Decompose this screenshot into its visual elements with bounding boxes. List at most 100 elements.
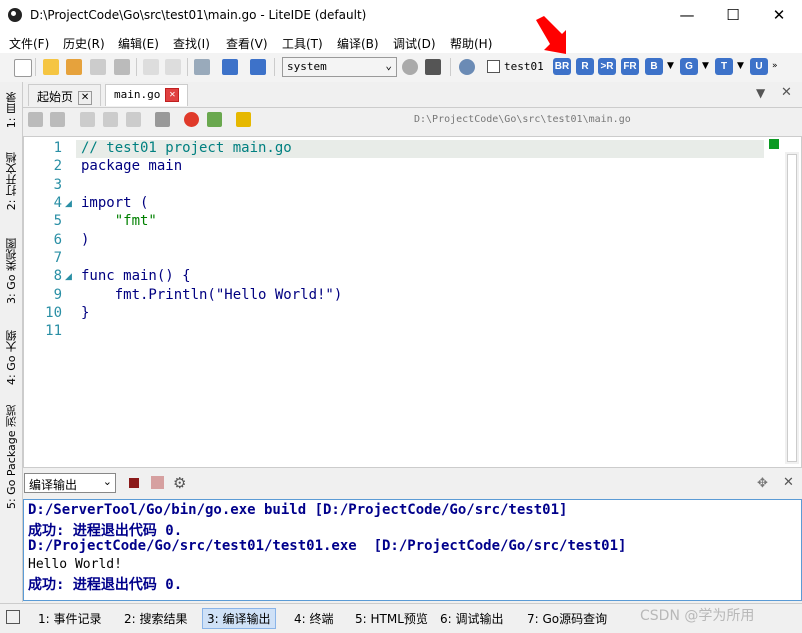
clear-output-icon[interactable] bbox=[151, 476, 164, 489]
side-tab-open-docs[interactable]: 2: 打开文档 bbox=[4, 152, 20, 210]
breakpoint-icon[interactable] bbox=[184, 112, 199, 127]
line-number: 6 bbox=[53, 232, 62, 248]
terminal-icon[interactable] bbox=[425, 59, 441, 75]
menu-find[interactable]: 查找(I) bbox=[173, 35, 210, 52]
save-icon[interactable] bbox=[90, 59, 106, 75]
tab-main-go[interactable]: main.go ✕ bbox=[105, 84, 189, 106]
line-number: 1 bbox=[53, 140, 62, 156]
bottom-tab-html-preview[interactable]: 5: HTML预览 bbox=[355, 610, 428, 627]
refresh-env-icon[interactable] bbox=[402, 59, 418, 75]
build-button[interactable]: B bbox=[645, 58, 663, 75]
scrollbar-thumb[interactable] bbox=[787, 154, 797, 462]
output-line: 成功: 进程退出代码 0. bbox=[28, 577, 183, 593]
close-button[interactable]: ✕ bbox=[756, 0, 802, 31]
home-icon[interactable] bbox=[222, 59, 238, 75]
close-icon[interactable]: ✕ bbox=[783, 475, 794, 490]
tab-list-chevron-icon[interactable]: ▼ bbox=[756, 86, 765, 100]
more-toolbar-icon[interactable]: » bbox=[772, 61, 778, 71]
bottom-tab-terminal[interactable]: 4: 终端 bbox=[294, 610, 334, 627]
stop-icon[interactable] bbox=[129, 478, 139, 488]
close-icon[interactable]: ✕ bbox=[781, 85, 792, 100]
output-selector-value: 编译输出 bbox=[29, 478, 78, 492]
open-folder-icon[interactable] bbox=[66, 59, 82, 75]
lock-icon[interactable] bbox=[155, 112, 170, 127]
close-icon[interactable]: ✕ bbox=[165, 88, 180, 102]
fold-marker-icon[interactable]: ◢ bbox=[65, 199, 72, 209]
bottom-tab-search-results[interactable]: 2: 搜索结果 bbox=[124, 610, 188, 627]
back-icon[interactable] bbox=[143, 59, 159, 75]
build-dropdown-icon[interactable]: ▼ bbox=[667, 61, 674, 71]
forward-icon[interactable] bbox=[165, 59, 181, 75]
fold-marker-icon[interactable]: ◢ bbox=[65, 272, 72, 282]
build-env-select[interactable]: system ⌄ bbox=[282, 57, 397, 77]
line-number: 10 bbox=[45, 305, 62, 321]
bottom-tab-build-output[interactable]: 3: 编译输出 bbox=[202, 608, 276, 629]
toolbar-separator bbox=[187, 58, 188, 76]
paste-icon[interactable] bbox=[126, 112, 141, 127]
build-run-button[interactable]: BR bbox=[553, 58, 571, 75]
code-line: func main() { bbox=[81, 268, 191, 284]
file-run-button[interactable]: FR bbox=[621, 58, 639, 75]
get-button[interactable]: G bbox=[680, 58, 698, 75]
minimize-button[interactable]: — bbox=[664, 0, 710, 31]
new-file-icon[interactable] bbox=[14, 59, 32, 77]
copy-icon[interactable] bbox=[103, 112, 118, 127]
line-number: 9 bbox=[53, 287, 62, 303]
code-line: package main bbox=[81, 158, 183, 174]
side-tab-outline[interactable]: 4: Go 大纲 bbox=[4, 330, 20, 385]
tab-label: main.go bbox=[114, 88, 161, 101]
bottom-tab-debug-output[interactable]: 6: 调试输出 bbox=[440, 610, 504, 627]
maximize-button[interactable]: ☐ bbox=[710, 0, 756, 31]
test-dropdown-icon[interactable]: ▼ bbox=[737, 61, 744, 71]
test-button[interactable]: T bbox=[715, 58, 733, 75]
tab-start-page[interactable]: 起始页 ✕ bbox=[28, 84, 102, 106]
menu-view[interactable]: 查看(V) bbox=[226, 35, 268, 52]
menu-build[interactable]: 编译(B) bbox=[337, 35, 379, 52]
toggle-panels-icon[interactable] bbox=[6, 610, 20, 624]
toolbar-separator bbox=[450, 58, 451, 76]
get-dropdown-icon[interactable]: ▼ bbox=[702, 61, 709, 71]
gear-icon[interactable]: ⚙ bbox=[173, 474, 186, 492]
menu-help[interactable]: 帮助(H) bbox=[450, 35, 492, 52]
menu-history[interactable]: 历史(R) bbox=[63, 35, 105, 52]
menu-debug[interactable]: 调试(D) bbox=[393, 35, 436, 52]
go-icon[interactable] bbox=[250, 59, 266, 75]
tools-icon[interactable] bbox=[194, 59, 210, 75]
code-line: } bbox=[81, 305, 90, 321]
bottom-tab-go-source-query[interactable]: 7: Go源码查询 bbox=[527, 610, 607, 627]
menu-file[interactable]: 文件(F) bbox=[9, 35, 49, 52]
side-tab-class-view[interactable]: 3: Go 类视图 bbox=[4, 238, 20, 304]
gear-icon[interactable] bbox=[459, 59, 475, 75]
line-number: 2 bbox=[53, 158, 62, 174]
run-arrow-icon[interactable] bbox=[236, 112, 251, 127]
code-line: "fmt" bbox=[81, 213, 157, 229]
code-line: ) bbox=[81, 232, 90, 248]
menu-tools[interactable]: 工具(T) bbox=[282, 35, 323, 52]
float-panel-icon[interactable]: ✥ bbox=[757, 476, 768, 491]
target-checkbox[interactable] bbox=[487, 60, 500, 73]
update-button[interactable]: U bbox=[750, 58, 768, 75]
save-all-icon[interactable] bbox=[114, 59, 130, 75]
menu-edit[interactable]: 编辑(E) bbox=[118, 35, 159, 52]
run-button[interactable]: R bbox=[576, 58, 594, 75]
side-tab-package-browser[interactable]: 5: Go Package 浏览 bbox=[4, 405, 20, 509]
red-arrow-annotation-icon bbox=[536, 16, 566, 54]
cut-icon[interactable] bbox=[80, 112, 95, 127]
debug-step-icon[interactable] bbox=[207, 112, 222, 127]
close-icon[interactable]: ✕ bbox=[78, 90, 93, 105]
code-line: // test01 project main.go bbox=[81, 140, 292, 156]
line-number: 4 bbox=[53, 195, 62, 211]
bottom-tab-event-log[interactable]: 1: 事件记录 bbox=[38, 610, 102, 627]
liteide-logo-icon bbox=[8, 8, 22, 22]
redo-icon[interactable] bbox=[50, 112, 65, 127]
toolbar-separator bbox=[136, 58, 137, 76]
open-file-icon[interactable] bbox=[43, 59, 59, 75]
side-tab-directory[interactable]: 1: 目录 bbox=[4, 92, 20, 128]
undo-icon[interactable] bbox=[28, 112, 43, 127]
chevron-down-icon: ⌄ bbox=[102, 475, 112, 488]
output-selector[interactable]: 编译输出 ⌄ bbox=[24, 473, 116, 493]
run-term-button[interactable]: >R bbox=[598, 58, 616, 75]
line-number: 7 bbox=[53, 250, 62, 266]
toolbar-separator bbox=[274, 58, 275, 76]
build-env-value: system bbox=[287, 60, 327, 73]
